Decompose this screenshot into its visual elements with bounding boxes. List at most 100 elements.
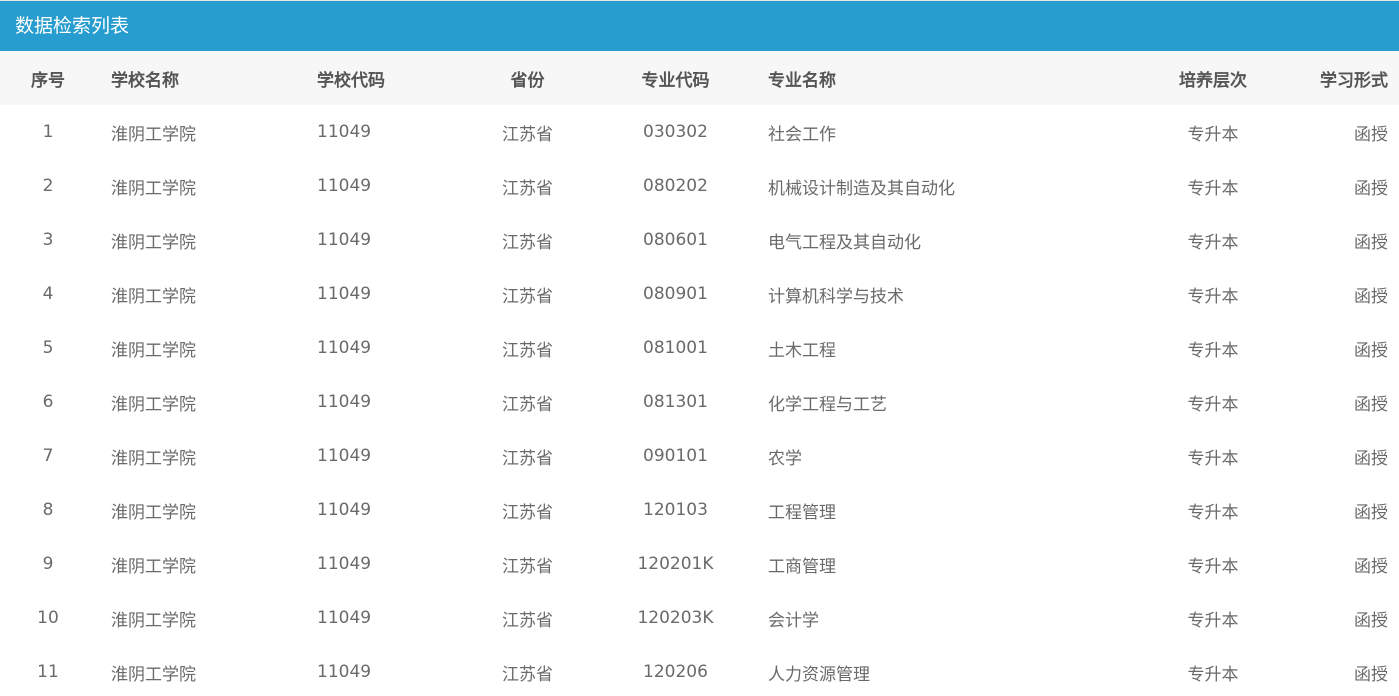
cell-school-code: 11049 <box>317 662 372 682</box>
cell-major-code: 090101 <box>643 446 708 466</box>
cell-study-form: 函授 <box>1354 124 1388 145</box>
cell-level: 专升本 <box>1187 178 1239 199</box>
cell-school-name: 淮阴工学院 <box>111 340 196 361</box>
cell-major-code: 120201K <box>637 554 714 574</box>
cell-study-form: 函授 <box>1354 448 1388 469</box>
cell-major-code: 081001 <box>643 338 708 358</box>
table-row[interactable]: 5 淮阴工学院 11049 江苏省 081001 土木工程 专升本 函授 <box>0 321 1399 375</box>
cell-school-name: 淮阴工学院 <box>111 286 196 307</box>
cell-major-code: 080601 <box>643 230 708 250</box>
table-row[interactable]: 7 淮阴工学院 11049 江苏省 090101 农学 专升本 函授 <box>0 429 1399 483</box>
cell-school-name: 淮阴工学院 <box>111 232 196 253</box>
cell-index: 10 <box>37 608 59 628</box>
table-row[interactable]: 6 淮阴工学院 11049 江苏省 081301 化学工程与工艺 专升本 函授 <box>0 375 1399 429</box>
cell-major-name: 电气工程及其自动化 <box>768 232 921 253</box>
cell-level: 专升本 <box>1187 502 1239 523</box>
column-header-major-name: 专业名称 <box>768 70 836 91</box>
cell-province: 江苏省 <box>502 286 553 307</box>
cell-index: 8 <box>42 500 54 520</box>
column-header-school-code: 学校代码 <box>317 70 385 91</box>
cell-major-name: 会计学 <box>768 610 819 631</box>
cell-major-code: 120103 <box>643 500 708 520</box>
column-header-study-form: 学习形式 <box>1320 70 1388 91</box>
cell-study-form: 函授 <box>1354 232 1388 253</box>
cell-major-name: 土木工程 <box>768 340 836 361</box>
cell-school-name: 淮阴工学院 <box>111 124 196 145</box>
cell-school-name: 淮阴工学院 <box>111 394 196 415</box>
cell-major-code: 081301 <box>643 392 708 412</box>
cell-index: 7 <box>42 446 54 466</box>
cell-major-code: 080901 <box>643 284 708 304</box>
column-header-level: 培养层次 <box>1179 70 1247 91</box>
cell-school-code: 11049 <box>317 122 372 142</box>
cell-study-form: 函授 <box>1354 502 1388 523</box>
column-header-major-code: 专业代码 <box>641 70 710 91</box>
cell-index: 6 <box>42 392 54 412</box>
cell-major-code: 030302 <box>643 122 708 142</box>
cell-index: 4 <box>42 284 54 304</box>
cell-index: 9 <box>42 554 54 574</box>
cell-province: 江苏省 <box>502 394 553 415</box>
cell-school-code: 11049 <box>317 392 372 412</box>
column-header-province: 省份 <box>510 70 545 91</box>
cell-level: 专升本 <box>1187 448 1239 469</box>
table-row[interactable]: 11 淮阴工学院 11049 江苏省 120206 人力资源管理 专升本 函授 <box>0 645 1399 696</box>
cell-major-code: 080202 <box>643 176 708 196</box>
cell-province: 江苏省 <box>502 502 553 523</box>
cell-study-form: 函授 <box>1354 610 1388 631</box>
cell-major-name: 农学 <box>768 448 802 469</box>
cell-school-name: 淮阴工学院 <box>111 664 196 685</box>
results-table: 序号 学校名称 学校代码 省份 专业代码 专业名称 培养层次 学习形式 1 淮阴工… <box>0 51 1399 696</box>
cell-school-code: 11049 <box>317 176 372 196</box>
cell-school-code: 11049 <box>317 446 372 466</box>
table-row[interactable]: 9 淮阴工学院 11049 江苏省 120201K 工商管理 专升本 函授 <box>0 537 1399 591</box>
cell-index: 11 <box>37 662 59 682</box>
cell-school-name: 淮阴工学院 <box>111 178 196 199</box>
cell-school-name: 淮阴工学院 <box>111 556 196 577</box>
cell-school-name: 淮阴工学院 <box>111 448 196 469</box>
cell-major-code: 120203K <box>637 608 714 628</box>
cell-school-code: 11049 <box>317 608 372 628</box>
cell-major-name: 计算机科学与技术 <box>768 286 904 307</box>
table-body: 1 淮阴工学院 11049 江苏省 030302 社会工作 专升本 函授 2 淮阴工学院 11049… <box>0 105 1399 696</box>
table-row[interactable]: 4 淮阴工学院 11049 江苏省 080901 计算机科学与技术 专升本 函授 <box>0 267 1399 321</box>
cell-school-name: 淮阴工学院 <box>111 502 196 523</box>
cell-province: 江苏省 <box>502 610 553 631</box>
cell-province: 江苏省 <box>502 178 553 199</box>
table-header-row: 序号 学校名称 学校代码 省份 专业代码 专业名称 培养层次 学习形式 <box>0 51 1399 105</box>
cell-study-form: 函授 <box>1354 286 1388 307</box>
cell-index: 5 <box>42 338 54 358</box>
table-row[interactable]: 3 淮阴工学院 11049 江苏省 080601 电气工程及其自动化 专升本 函授 <box>0 213 1399 267</box>
panel-title: 数据检索列表 <box>0 0 1399 51</box>
column-header-school-name: 学校名称 <box>111 70 179 91</box>
cell-study-form: 函授 <box>1354 556 1388 577</box>
cell-level: 专升本 <box>1187 124 1239 145</box>
cell-major-name: 人力资源管理 <box>768 664 870 685</box>
table-row[interactable]: 2 淮阴工学院 11049 江苏省 080202 机械设计制造及其自动化 专升本 函授 <box>0 159 1399 213</box>
cell-level: 专升本 <box>1187 394 1239 415</box>
table-row[interactable]: 8 淮阴工学院 11049 江苏省 120103 工程管理 专升本 函授 <box>0 483 1399 537</box>
cell-index: 3 <box>42 230 54 250</box>
table-row[interactable]: 10 淮阴工学院 11049 江苏省 120203K 会计学 专升本 函授 <box>0 591 1399 645</box>
cell-province: 江苏省 <box>502 664 553 685</box>
cell-school-code: 11049 <box>317 284 372 304</box>
cell-province: 江苏省 <box>502 556 553 577</box>
cell-major-code: 120206 <box>643 662 708 682</box>
cell-study-form: 函授 <box>1354 394 1388 415</box>
cell-province: 江苏省 <box>502 232 553 253</box>
cell-index: 1 <box>42 122 54 142</box>
cell-major-name: 社会工作 <box>768 124 836 145</box>
cell-school-code: 11049 <box>317 338 372 358</box>
cell-level: 专升本 <box>1187 664 1239 685</box>
cell-study-form: 函授 <box>1354 664 1388 685</box>
cell-major-name: 工商管理 <box>768 556 836 577</box>
cell-level: 专升本 <box>1187 556 1239 577</box>
table-row[interactable]: 1 淮阴工学院 11049 江苏省 030302 社会工作 专升本 函授 <box>0 105 1399 159</box>
cell-province: 江苏省 <box>502 340 553 361</box>
cell-major-name: 工程管理 <box>768 502 836 523</box>
cell-province: 江苏省 <box>502 124 553 145</box>
cell-level: 专升本 <box>1187 610 1239 631</box>
cell-index: 2 <box>42 176 54 196</box>
cell-province: 江苏省 <box>502 448 553 469</box>
cell-study-form: 函授 <box>1354 178 1388 199</box>
